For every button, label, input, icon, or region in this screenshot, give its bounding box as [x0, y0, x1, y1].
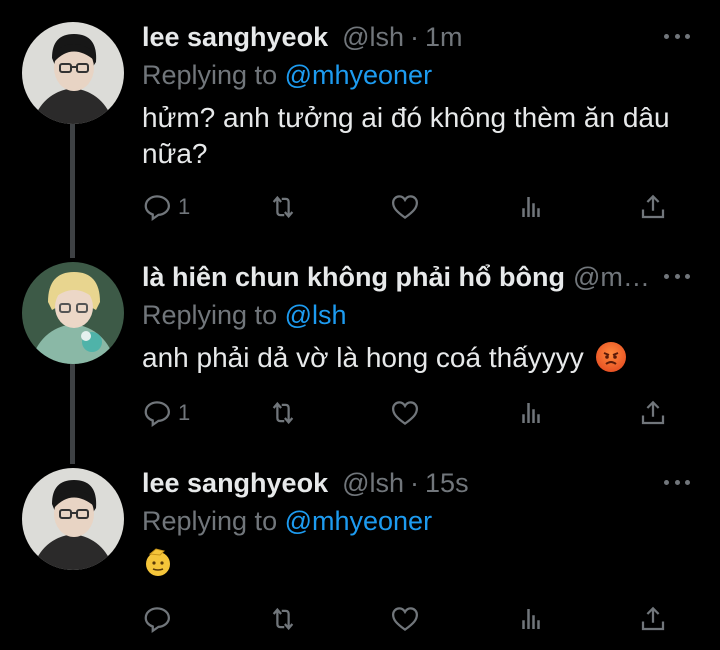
- author-name[interactable]: lee sanghyeok: [142, 22, 328, 53]
- like-button[interactable]: [390, 192, 420, 222]
- angry-face-emoji: [595, 342, 626, 372]
- more-options-icon[interactable]: [664, 472, 690, 492]
- author-name[interactable]: lee sanghyeok: [142, 468, 328, 499]
- tweet-header: lee sanghyeok @lsh · 15s: [142, 468, 469, 504]
- retweet-icon: [272, 195, 294, 219]
- tweet-1[interactable]: lee sanghyeok @lsh · 1m Replying to @mhy…: [0, 22, 720, 242]
- author-name[interactable]: là hiên chun không phải hổ bông: [142, 262, 565, 293]
- timestamp[interactable]: 1m: [425, 22, 463, 53]
- reply-icon: [144, 607, 171, 634]
- mention-link[interactable]: @lsh: [285, 300, 347, 330]
- more-options-icon[interactable]: [664, 26, 690, 46]
- action-bar: 1: [140, 398, 680, 432]
- timestamp[interactable]: 15s: [425, 468, 469, 499]
- separator-dot: ·: [410, 22, 420, 52]
- reply-count: 1: [178, 400, 191, 425]
- reply-icon: [144, 401, 171, 428]
- reply-button[interactable]: 1: [142, 192, 190, 222]
- retweet-icon: [272, 607, 294, 631]
- analytics-icon: [522, 609, 540, 629]
- share-button[interactable]: [638, 192, 668, 222]
- share-button[interactable]: [638, 398, 668, 428]
- analytics-button[interactable]: [516, 604, 546, 634]
- replying-to: Replying to @lsh: [142, 300, 347, 331]
- tweet-text: hửm? anh tưởng ai đó không thèm ăn dâu n…: [142, 102, 670, 169]
- reply-button[interactable]: 1: [142, 398, 190, 428]
- reply-icon: [144, 195, 171, 222]
- analytics-icon: [522, 197, 540, 217]
- separator-dot: ·: [410, 468, 420, 498]
- action-bar: 1: [140, 192, 680, 226]
- retweet-button[interactable]: [268, 604, 298, 634]
- avatar[interactable]: [22, 262, 124, 364]
- reply-count: 1: [178, 194, 191, 219]
- action-bar: [140, 604, 680, 638]
- tweet-3[interactable]: lee sanghyeok @lsh · 15s Replying to @mh…: [0, 468, 720, 648]
- replying-to: Replying to @mhyeoner: [142, 60, 432, 91]
- tweet-header: là hiên chun không phải hổ bông @m…: [142, 262, 650, 298]
- share-icon: [641, 194, 665, 219]
- heart-icon: [391, 195, 419, 220]
- replying-prefix: Replying to: [142, 506, 285, 536]
- mention-link[interactable]: @mhyeoner: [285, 506, 432, 536]
- analytics-button[interactable]: [516, 192, 546, 222]
- analytics-icon: [522, 403, 540, 423]
- retweet-icon: [272, 401, 294, 425]
- more-options-icon[interactable]: [664, 266, 690, 286]
- author-handle[interactable]: @lsh: [342, 22, 404, 53]
- share-button[interactable]: [638, 604, 668, 634]
- tweet-header: lee sanghyeok @lsh · 1m: [142, 22, 463, 58]
- retweet-button[interactable]: [268, 398, 298, 428]
- heart-icon: [391, 607, 419, 632]
- tweet-2[interactable]: là hiên chun không phải hổ bông @m… Repl…: [0, 262, 720, 442]
- tweet-text: anh phải dả vờ là hong coá thấyyyy: [142, 340, 692, 376]
- avatar[interactable]: [22, 468, 124, 570]
- retweet-button[interactable]: [268, 192, 298, 222]
- mention-link[interactable]: @mhyeoner: [285, 60, 432, 90]
- author-handle[interactable]: @lsh: [342, 468, 404, 499]
- replying-prefix: Replying to: [142, 60, 285, 90]
- share-icon: [641, 606, 665, 631]
- replying-prefix: Replying to: [142, 300, 285, 330]
- share-icon: [641, 400, 665, 425]
- like-button[interactable]: [390, 398, 420, 428]
- tweet-text-content: anh phải dả vờ là hong coá thấyyyy: [142, 342, 584, 373]
- replying-to: Replying to @mhyeoner: [142, 506, 432, 537]
- reply-button[interactable]: [142, 604, 172, 634]
- author-handle[interactable]: @m…: [573, 262, 650, 293]
- avatar[interactable]: [22, 22, 124, 124]
- analytics-button[interactable]: [516, 398, 546, 428]
- saluting-face-emoji: [146, 548, 170, 576]
- heart-icon: [391, 401, 419, 426]
- like-button[interactable]: [390, 604, 420, 634]
